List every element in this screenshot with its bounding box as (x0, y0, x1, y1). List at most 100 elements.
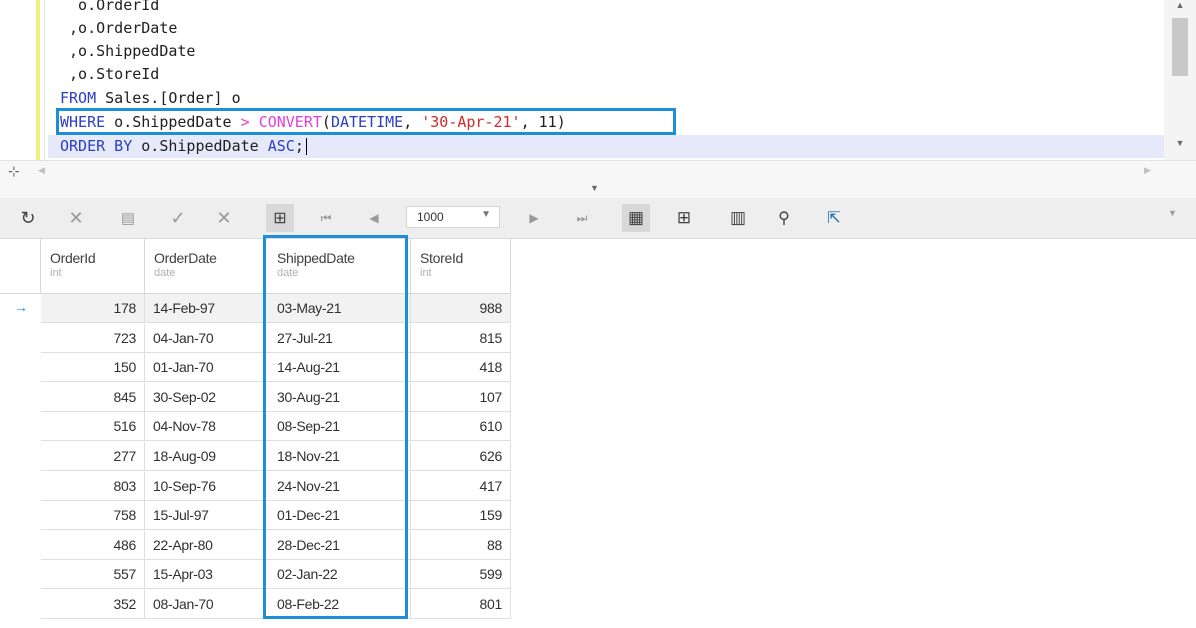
table-row[interactable]: 845 30-Sep-02 30-Aug-21 107 (41, 382, 511, 412)
table-row[interactable]: 277 18-Aug-09 18-Nov-21 626 (41, 442, 511, 471)
insert-row-icon[interactable]: ▤ (114, 204, 142, 232)
table-cell-shippeddate[interactable]: 27-Jul-21 (265, 323, 411, 353)
table-cell-orderdate[interactable]: 22-Apr-80 (145, 530, 265, 560)
column-header-shippeddate[interactable]: ShippedDate date (265, 239, 411, 293)
discard-icon[interactable]: ✕ (210, 204, 238, 232)
sql-editor[interactable]: o.OrderId ,o.OrderDate ,o.ShippedDate ,o… (0, 0, 1196, 160)
table-cell-orderdate[interactable]: 10-Sep-76 (145, 471, 265, 501)
code-token: CONVERT (258, 113, 322, 131)
table-cell-storeid[interactable]: 88 (411, 530, 511, 560)
scroll-right-icon[interactable]: ▶ (1144, 165, 1151, 176)
table-cell-storeid[interactable]: 599 (411, 560, 511, 590)
scroll-thumb[interactable] (1172, 18, 1188, 76)
code-token: , 11) (520, 113, 566, 131)
table-cell-orderdate[interactable]: 08-Jan-70 (145, 590, 265, 619)
table-cell-orderid[interactable]: 352 (41, 590, 145, 619)
code-token: ,o.StoreId (60, 65, 160, 83)
table-cell-orderdate[interactable]: 30-Sep-02 (145, 382, 265, 412)
table-row[interactable]: 758 15-Jul-97 01-Dec-21 159 (41, 501, 511, 531)
code-line[interactable]: FROM Sales.[Order] o (60, 87, 241, 110)
table-cell-shippeddate[interactable]: 24-Nov-21 (265, 471, 411, 501)
column-header-storeid[interactable]: StoreId int (411, 239, 511, 293)
table-cell-storeid[interactable]: 159 (411, 501, 511, 531)
table-cell-shippeddate[interactable]: 03-May-21 (265, 294, 411, 323)
table-cell-orderdate[interactable]: 14-Feb-97 (145, 294, 265, 323)
table-cell-shippeddate[interactable]: 28-Dec-21 (265, 530, 411, 560)
table-cell-orderid[interactable]: 557 (41, 560, 145, 590)
table-cell-orderdate[interactable]: 01-Jan-70 (145, 353, 265, 383)
grid-options-icon[interactable]: ⊞ (266, 204, 294, 232)
first-page-icon[interactable]: ⏮ (312, 204, 340, 232)
table-cell-orderid[interactable]: 723 (41, 323, 145, 353)
table-cell-orderid[interactable]: 803 (41, 471, 145, 501)
column-header-orderdate[interactable]: OrderDate date (145, 239, 265, 293)
split-handle-icon[interactable]: ⊹ (8, 163, 20, 180)
find-icon[interactable]: ⚲ (770, 204, 798, 232)
collapse-panel-icon[interactable]: ▼ (590, 183, 599, 193)
table-cell-orderid[interactable]: 758 (41, 501, 145, 531)
table-cell-orderid[interactable]: 486 (41, 530, 145, 560)
table-cell-orderdate[interactable]: 15-Jul-97 (145, 501, 265, 531)
table-row[interactable]: 803 10-Sep-76 24-Nov-21 417 (41, 471, 511, 501)
toolbar-overflow-icon[interactable]: ▼ (1168, 208, 1177, 218)
cancel-icon[interactable]: ✕ (62, 204, 90, 232)
table-cell-orderid[interactable]: 277 (41, 442, 145, 471)
export-icon[interactable]: ⇱ (820, 204, 848, 232)
table-cell-orderdate[interactable]: 04-Nov-78 (145, 412, 265, 442)
table-cell-orderid[interactable]: 516 (41, 412, 145, 442)
table-cell-orderdate[interactable]: 15-Apr-03 (145, 560, 265, 590)
scroll-down-icon[interactable]: ▼ (1164, 138, 1196, 148)
table-cell-orderid[interactable]: 150 (41, 353, 145, 383)
table-cell-storeid[interactable]: 815 (411, 323, 511, 353)
table-cell-storeid[interactable]: 107 (411, 382, 511, 412)
columns-icon[interactable]: ▥ (724, 204, 752, 232)
table-row[interactable]: 486 22-Apr-80 28-Dec-21 88 (41, 530, 511, 560)
table-cell-shippeddate[interactable]: 18-Nov-21 (265, 442, 411, 471)
apply-icon[interactable]: ✓ (164, 204, 192, 232)
last-page-icon[interactable]: ⏭ (568, 204, 596, 232)
refresh-icon[interactable]: ↻ (14, 204, 42, 232)
row-selector-column[interactable]: → (0, 294, 41, 624)
table-cell-storeid[interactable]: 610 (411, 412, 511, 442)
code-line[interactable]: ORDER BY o.ShippedDate ASC; (48, 135, 1176, 158)
card-view-icon[interactable]: ⊞ (670, 204, 698, 232)
scroll-left-icon[interactable]: ◀ (38, 165, 45, 176)
column-name: ShippedDate (277, 250, 355, 266)
table-row[interactable]: 178 14-Feb-97 03-May-21 988 (41, 294, 511, 323)
table-cell-shippeddate[interactable]: 08-Sep-21 (265, 412, 411, 442)
table-cell-storeid[interactable]: 417 (411, 471, 511, 501)
rows-limit-select[interactable]: 1000 ▼ (406, 206, 500, 228)
grid-view-icon[interactable]: ▦ (622, 204, 650, 232)
code-token: FROM (60, 89, 97, 107)
table-cell-storeid[interactable]: 988 (411, 294, 511, 323)
results-grid[interactable]: OrderId int OrderDate date ShippedDate d… (0, 239, 1196, 628)
table-cell-orderdate[interactable]: 04-Jan-70 (145, 323, 265, 353)
code-line[interactable]: o.OrderId (60, 0, 159, 17)
table-cell-orderid[interactable]: 845 (41, 382, 145, 412)
table-cell-shippeddate[interactable]: 08-Feb-22 (265, 590, 411, 619)
editor-vertical-scrollbar[interactable]: ▲ ▼ (1164, 0, 1196, 160)
table-row[interactable]: 150 01-Jan-70 14-Aug-21 418 (41, 353, 511, 383)
table-cell-storeid[interactable]: 801 (411, 590, 511, 619)
code-line[interactable]: ,o.ShippedDate (60, 40, 195, 63)
table-cell-storeid[interactable]: 418 (411, 353, 511, 383)
table-cell-shippeddate[interactable]: 01-Dec-21 (265, 501, 411, 531)
table-cell-orderdate[interactable]: 18-Aug-09 (145, 442, 265, 471)
code-line[interactable]: ,o.OrderDate (60, 17, 177, 40)
table-row[interactable]: 723 04-Jan-70 27-Jul-21 815 (41, 323, 511, 353)
table-cell-storeid[interactable]: 626 (411, 442, 511, 471)
table-cell-shippeddate[interactable]: 14-Aug-21 (265, 353, 411, 383)
column-header-orderid[interactable]: OrderId int (41, 239, 145, 293)
table-row[interactable]: 516 04-Nov-78 08-Sep-21 610 (41, 412, 511, 442)
previous-page-icon[interactable]: ◀ (360, 204, 388, 232)
table-row[interactable]: 352 08-Jan-70 08-Feb-22 801 (41, 590, 511, 619)
table-cell-shippeddate[interactable]: 02-Jan-22 (265, 560, 411, 590)
code-line[interactable]: ,o.StoreId (60, 63, 159, 86)
scroll-up-icon[interactable]: ▲ (1164, 0, 1196, 10)
code-area[interactable]: o.OrderId ,o.OrderDate ,o.ShippedDate ,o… (0, 0, 1176, 160)
code-line[interactable]: WHERE o.ShippedDate > CONVERT(DATETIME , … (60, 111, 566, 134)
table-cell-orderid[interactable]: 178 (41, 294, 145, 323)
table-row[interactable]: 557 15-Apr-03 02-Jan-22 599 (41, 560, 511, 590)
next-page-icon[interactable]: ▶ (520, 204, 548, 232)
table-cell-shippeddate[interactable]: 30-Aug-21 (265, 382, 411, 412)
